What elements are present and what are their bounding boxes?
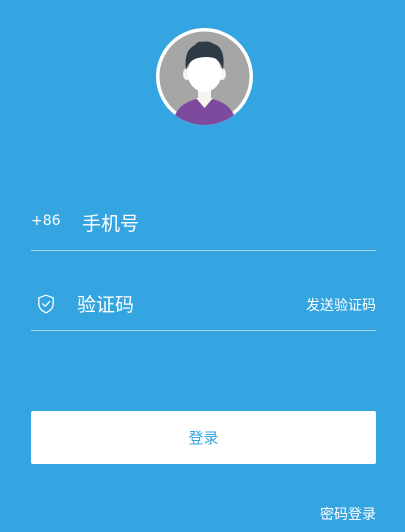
shield-icon: [38, 294, 54, 314]
user-avatar-icon: [159, 31, 250, 125]
verification-code-input[interactable]: [77, 290, 267, 320]
send-code-button[interactable]: 发送验证码: [306, 295, 376, 315]
password-login-link[interactable]: 密码登录: [320, 504, 376, 524]
country-code[interactable]: +86: [31, 213, 61, 229]
login-button[interactable]: 登录: [31, 411, 376, 464]
user-avatar[interactable]: [156, 28, 253, 125]
code-divider: [31, 330, 376, 331]
phone-divider: [31, 250, 376, 251]
verification-code-field: 发送验证码: [31, 284, 376, 324]
phone-field: +86: [31, 203, 376, 243]
phone-input[interactable]: [82, 209, 362, 239]
